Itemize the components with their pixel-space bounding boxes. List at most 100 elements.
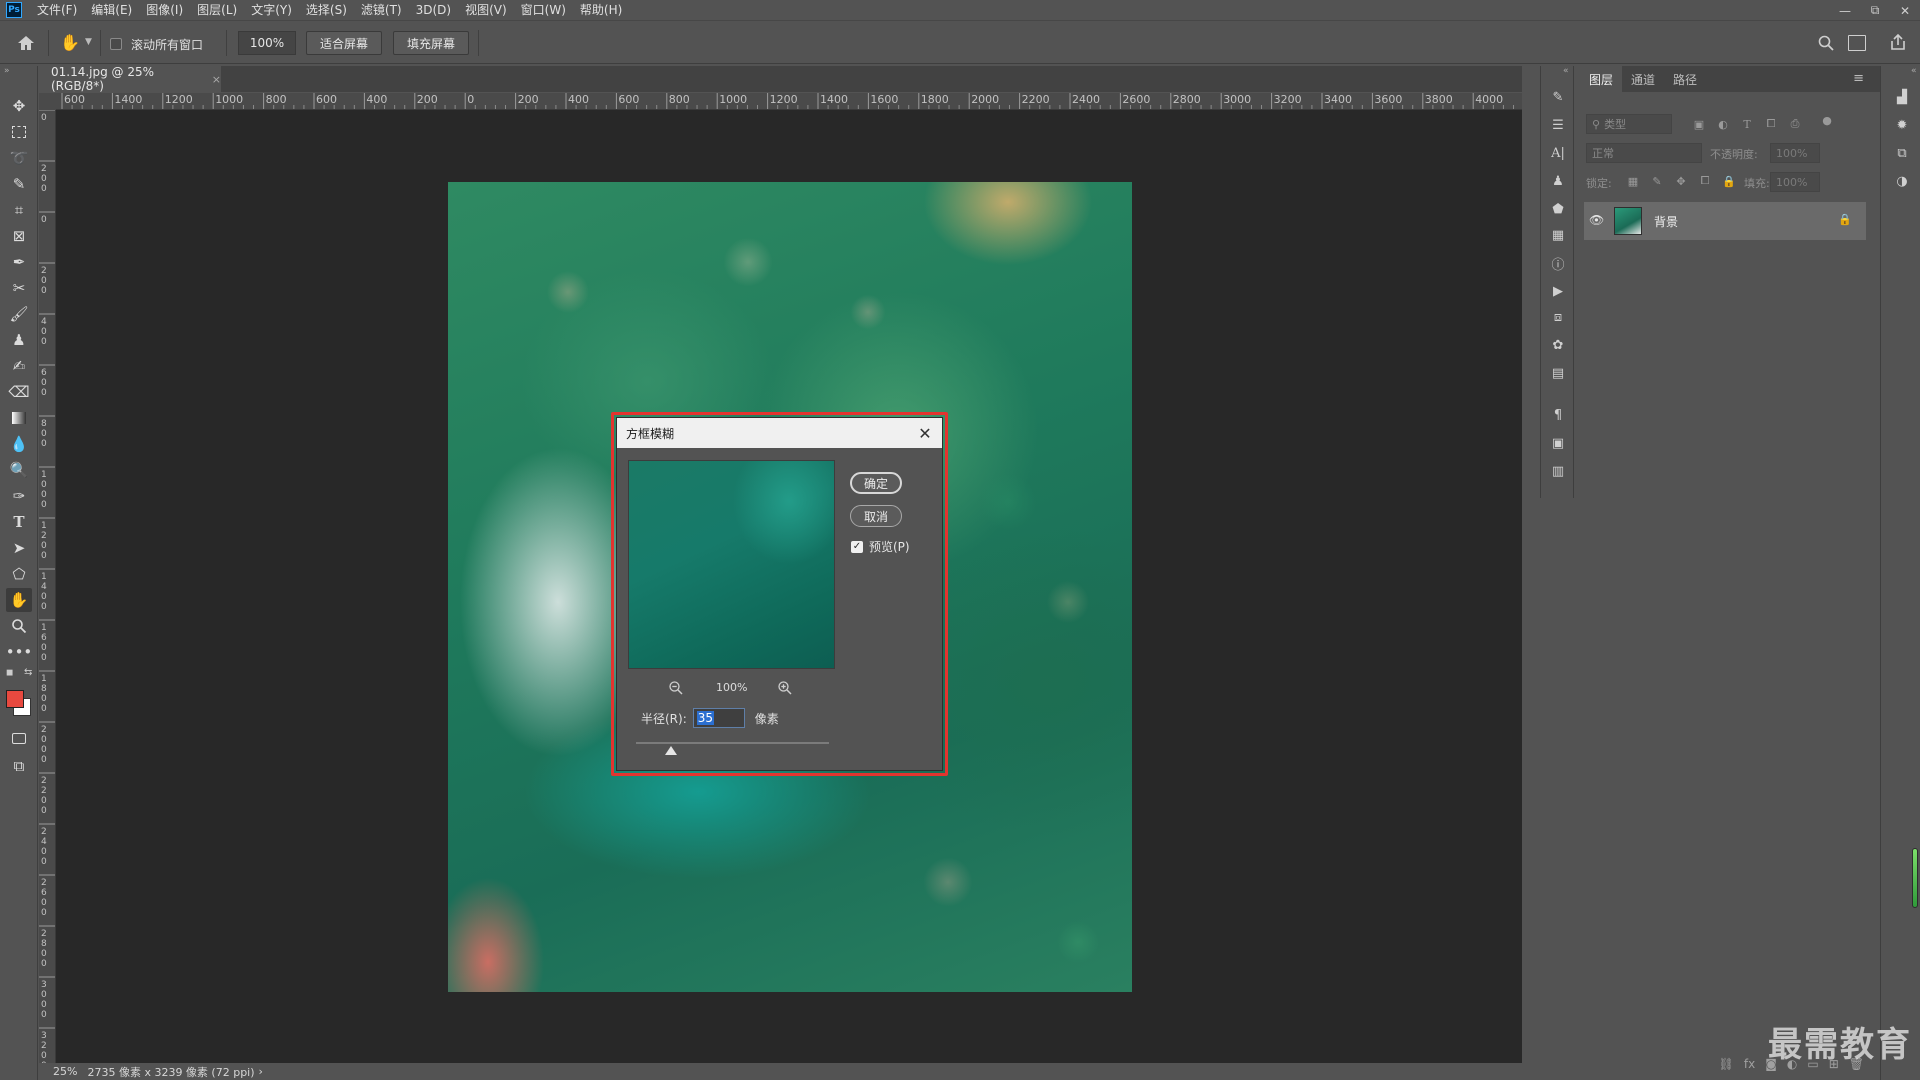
screen-mode-icon[interactable]: ⧉ — [6, 754, 32, 778]
blur-preview[interactable] — [628, 460, 835, 669]
opacity-field[interactable]: 100% — [1770, 143, 1820, 163]
visibility-eye-icon[interactable]: 👁 — [1589, 213, 1604, 227]
actions-play-icon[interactable]: ▶ — [1549, 282, 1567, 300]
libraries-icon[interactable]: ⧈ — [1549, 308, 1567, 326]
preview-checkbox[interactable]: ✓ — [851, 540, 863, 553]
lasso-tool-icon[interactable]: ➰ — [6, 146, 32, 170]
eyedropper-tool-icon[interactable]: ✒ — [6, 250, 32, 274]
shapes-panel-icon[interactable]: ⬟ — [1549, 200, 1567, 218]
radius-slider-track[interactable] — [636, 742, 829, 744]
dialog-title-bar[interactable]: 方框模糊 ✕ — [617, 418, 942, 448]
blend-mode-select[interactable]: 正常 — [1586, 143, 1702, 163]
layer-row[interactable]: 👁 背景 🔒 — [1584, 202, 1866, 240]
crop-tool-icon[interactable]: ⌗ — [6, 198, 32, 222]
menu-type[interactable]: 文字(Y) — [244, 0, 299, 21]
fill-screen-button[interactable]: 填充屏幕 — [393, 31, 469, 55]
quick-select-tool-icon[interactable]: ✎ — [6, 172, 32, 196]
chevron-down-icon[interactable]: ▼ — [85, 37, 92, 47]
link-layers-icon[interactable]: ⛓ — [1719, 1057, 1734, 1071]
collapse-icon[interactable]: » — [4, 66, 10, 76]
lock-position-icon[interactable]: ✥ — [1674, 174, 1688, 188]
paragraph-icon[interactable]: ¶ — [1549, 406, 1567, 424]
shape-tool-icon[interactable]: ⬠ — [6, 562, 32, 586]
menu-window[interactable]: 窗口(W) — [514, 0, 573, 21]
status-arrow-icon[interactable]: › — [259, 1065, 263, 1078]
stamp-tool-icon[interactable]: ♟ — [6, 328, 32, 352]
filter-pixel-icon[interactable]: ▣ — [1692, 117, 1706, 131]
minimize-button[interactable]: — — [1830, 0, 1860, 21]
menu-image[interactable]: 图像(I) — [139, 0, 190, 21]
menu-help[interactable]: 帮助(H) — [573, 0, 629, 21]
layer-comps-icon[interactable]: ⧉ — [1893, 144, 1911, 162]
restore-button[interactable]: ⧉ — [1860, 0, 1890, 21]
menu-file[interactable]: 文件(F) — [30, 0, 84, 21]
gradient-tool-icon[interactable] — [6, 406, 32, 430]
menu-view[interactable]: 视图(V) — [458, 0, 514, 21]
scroll-all-checkbox[interactable] — [110, 38, 122, 50]
filter-adjustment-icon[interactable]: ◐ — [1716, 117, 1730, 131]
workspace-icon[interactable] — [1848, 35, 1866, 51]
menu-select[interactable]: 选择(S) — [299, 0, 354, 21]
expand-icon[interactable]: « — [1911, 66, 1917, 76]
lock-all-icon[interactable]: 🔒 — [1722, 174, 1736, 188]
lock-transparent-icon[interactable]: ▦ — [1626, 174, 1640, 188]
share-icon[interactable] — [1888, 32, 1908, 52]
blur-tool-icon[interactable]: 💧 — [6, 432, 32, 456]
menu-filter[interactable]: 滤镜(T) — [354, 0, 409, 21]
radius-slider-thumb[interactable] — [664, 746, 677, 755]
character-panel-icon[interactable]: A| — [1549, 144, 1567, 162]
brush-settings-icon[interactable]: ✎ — [1549, 88, 1567, 106]
fill-field[interactable]: 100% — [1770, 172, 1820, 192]
dodge-tool-icon[interactable]: 🔍 — [6, 458, 32, 482]
preview-toggle[interactable]: ✓ 预览(P) — [851, 538, 910, 555]
clone-source-icon[interactable]: ♟ — [1549, 172, 1567, 190]
document-tab[interactable]: 01.14.jpg @ 25%(RGB/8*) × — [39, 65, 221, 93]
layer-name[interactable]: 背景 — [1654, 213, 1678, 230]
color-palette-icon[interactable]: ✿ — [1549, 336, 1567, 354]
collapse-strip-icon[interactable]: « — [1563, 66, 1569, 76]
menu-3d[interactable]: 3D(D) — [409, 0, 458, 21]
pen-tool-icon[interactable]: ✑ — [6, 484, 32, 508]
menu-layer[interactable]: 图层(L) — [190, 0, 244, 21]
info-icon[interactable]: ⓘ — [1549, 254, 1567, 273]
default-colors-icon[interactable]: ◼ — [6, 668, 13, 678]
filter-toggle-icon[interactable]: ● — [1820, 113, 1834, 127]
frame-tool-icon[interactable]: ⊠ — [6, 224, 32, 248]
panel-menu-icon[interactable]: ≡ — [1853, 71, 1864, 86]
table-grid-icon[interactable]: ▤ — [1549, 364, 1567, 382]
tab-paths[interactable]: 路径 — [1664, 66, 1706, 92]
eraser-tool-icon[interactable]: ⌫ — [6, 380, 32, 404]
quick-mask-icon[interactable] — [6, 726, 32, 750]
adjustments-slider-icon[interactable]: ☰ — [1549, 116, 1567, 134]
more-tools-icon[interactable]: ••• — [6, 640, 33, 664]
scrollbar-indicator[interactable] — [1912, 848, 1918, 908]
vertical-ruler[interactable]: 0200020040060080010001200140016001800200… — [39, 110, 56, 1063]
histogram-icon[interactable]: ▟ — [1893, 88, 1911, 106]
close-tab-icon[interactable]: × — [212, 73, 221, 86]
properties-icon[interactable]: ▣ — [1549, 434, 1567, 452]
horizontal-ruler[interactable]: 600 1400 1200 1000 800 600 400 200 0 200 400 600 800… — [56, 93, 1522, 110]
swap-colors-icon[interactable]: ⇆ — [24, 667, 32, 678]
cancel-button[interactable]: 取消 — [850, 505, 902, 527]
radius-input[interactable]: 35 — [692, 708, 745, 728]
filter-type-icon[interactable]: T — [1740, 117, 1754, 131]
adjustments-icon[interactable]: ✹ — [1893, 116, 1911, 134]
color-swatch-panel-icon[interactable]: ▦ — [1549, 226, 1567, 244]
layer-filter-kind[interactable]: ⚲ 类型 — [1586, 114, 1672, 134]
tab-layers[interactable]: 图层 — [1580, 66, 1623, 92]
filter-shape-icon[interactable]: ⧠ — [1764, 117, 1778, 131]
close-window-button[interactable]: ✕ — [1890, 0, 1920, 21]
zoom-out-icon[interactable] — [668, 680, 684, 696]
lock-image-icon[interactable]: ✎ — [1650, 174, 1664, 188]
tab-channels[interactable]: 通道 — [1622, 66, 1664, 92]
zoom-tool-icon[interactable] — [6, 614, 32, 638]
marquee-tool-icon[interactable] — [6, 120, 32, 144]
notes-icon[interactable]: ▥ — [1549, 462, 1567, 480]
layer-lock-icon[interactable]: 🔒 — [1838, 213, 1852, 226]
filter-smart-object-icon[interactable]: ⎙ — [1788, 117, 1802, 131]
zoom-in-icon[interactable] — [777, 680, 793, 696]
hand-tool-button-icon[interactable]: ✋ — [6, 588, 32, 612]
lock-artboard-icon[interactable]: ⧠ — [1698, 174, 1712, 188]
menu-edit[interactable]: 编辑(E) — [84, 0, 139, 21]
search-icon[interactable] — [1817, 34, 1835, 52]
